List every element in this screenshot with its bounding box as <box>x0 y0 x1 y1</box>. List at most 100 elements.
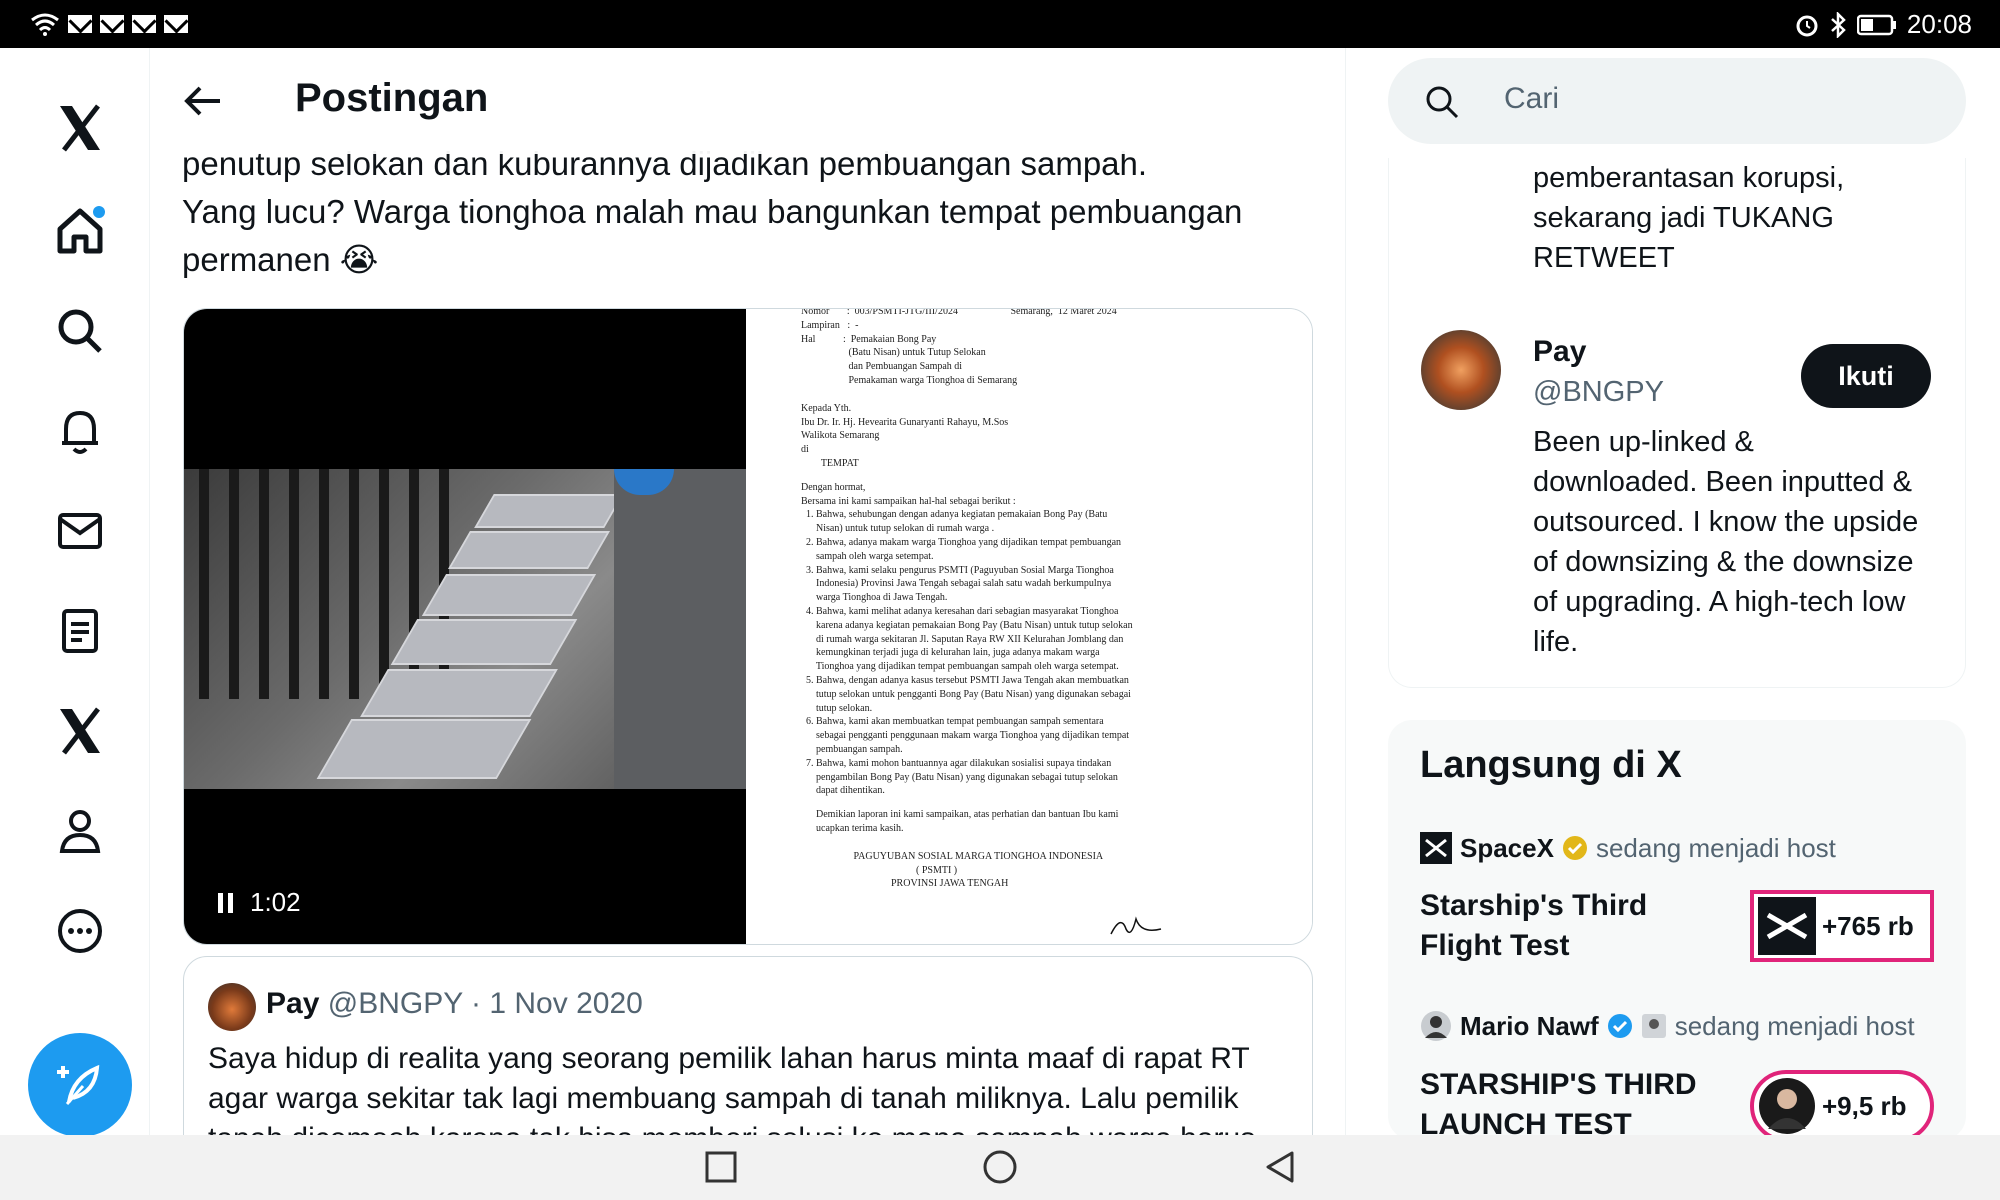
video-player[interactable]: 1:02 <box>184 309 746 944</box>
explore-search-icon[interactable] <box>52 303 108 359</box>
document-line: ( PSMTI ) <box>801 864 958 876</box>
quoted-post-text: Saya hidup di realita yang seorang pemil… <box>208 1039 1288 1135</box>
alarm-icon <box>1796 15 1818 36</box>
premium-x-icon[interactable] <box>52 703 108 759</box>
document-line: ucapkan terima kasih. <box>801 823 904 834</box>
status-bar: 20:08 <box>0 0 2000 48</box>
document-line: Walikota Semarang <box>801 430 880 442</box>
document-line: di rumah warga sekitaran Jl. Saputan Ray… <box>801 633 1124 645</box>
host-status: sedang menjadi host <box>1595 832 1836 863</box>
spacex-avatar-icon <box>1420 832 1452 864</box>
document-line: kemungkinan terjadi juga di kelurahan la… <box>801 647 1100 659</box>
back-arrow-icon[interactable] <box>180 78 226 124</box>
document-line: karena adanya kegiatan pemakaian Bong Pa… <box>801 619 1133 631</box>
document-line: 7. Bahwa, kami mohon bantuannya agar dil… <box>801 757 1112 769</box>
feather-plus-icon <box>57 1064 100 1105</box>
avatar[interactable] <box>208 983 256 1031</box>
suggested-user-name[interactable]: Pay <box>1533 332 1586 372</box>
more-options-icon[interactable] <box>52 903 108 959</box>
system-navigation-bar <box>0 1135 2000 1200</box>
listener-count: +765 rb <box>1822 910 1914 941</box>
document-line: PROVINSI JAWA TENGAH <box>801 878 1009 890</box>
verified-blue-icon <box>1607 1014 1632 1038</box>
quoted-author-handle[interactable]: @BNGPY <box>328 987 463 1020</box>
document-line: Hal : Pemakaian Bong Pay <box>801 333 937 345</box>
host-name: Mario Nawf <box>1460 1010 1599 1041</box>
home-icon[interactable] <box>52 203 108 259</box>
quoted-text-line: agar warga sekitar tak lagi membuang sam… <box>208 1082 1239 1115</box>
space-host-row[interactable]: SpaceX sedang menjadi host <box>1420 832 1836 864</box>
verified-gold-icon <box>1562 836 1587 860</box>
document-line: Lampiran : - <box>801 319 859 331</box>
bluetooth-icon <box>1831 11 1846 38</box>
suggested-user-handle[interactable]: @BNGPY <box>1533 372 1664 412</box>
document-line: 1. Bahwa, sehubungan dengan adanya kegia… <box>801 509 1108 521</box>
document-line: Nisan) untuk tutup selokan di rumah warg… <box>801 523 995 535</box>
document-line: sebagai pengganti penggunaan makam warga… <box>801 730 1130 742</box>
document-line: 6. Bahwa, kami akan membuatkan tempat pe… <box>801 716 1104 728</box>
document-line: PAGUYUBAN SOSIAL MARGA TIONGHOA INDONESI… <box>801 850 1104 862</box>
space-listeners-badge[interactable]: +9,5 rb <box>1750 1070 1934 1135</box>
compose-post-button[interactable] <box>28 1033 132 1137</box>
space-host-row[interactable]: Mario Nawf sedang menjadi host <box>1420 1010 1915 1042</box>
document-line: Bersama ini kami sampaikan hal-hal sebag… <box>801 495 1016 507</box>
home-circle-icon[interactable] <box>982 1149 1018 1185</box>
pause-icon[interactable] <box>216 892 236 914</box>
quoted-author-name[interactable]: Pay <box>266 987 319 1020</box>
bio-line: life. <box>1533 626 1579 658</box>
bio-line: of downsizing & the downsize <box>1533 546 1914 578</box>
follow-button[interactable]: Ikuti <box>1801 344 1931 408</box>
space-title-line[interactable]: Flight Test <box>1420 926 1569 966</box>
search-placeholder: Cari <box>1504 82 1560 115</box>
previous-bio-line: RETWEET <box>1533 242 1675 274</box>
right-sidebar: Cari pemberantasan korupsi, sekarang jad… <box>1346 48 2000 1135</box>
affiliate-badge-icon <box>1641 1014 1666 1038</box>
avatar[interactable] <box>1421 330 1501 410</box>
x-logo-icon[interactable] <box>52 100 108 156</box>
document-line: Demikian laporan ini kami sampaikan, ata… <box>801 809 1119 821</box>
mail-notification-icon <box>68 15 92 33</box>
quoted-text-line: tanah dicemooh karena tak bisa memberi s… <box>208 1119 1288 1135</box>
document-line: Kepada Yth. <box>801 402 852 414</box>
document-line: TEMPAT <box>801 458 859 469</box>
who-to-follow-card: pemberantasan korupsi, sekarang jadi TUK… <box>1388 158 1966 688</box>
wifi-icon <box>31 13 59 36</box>
main-column: Postingan penutup selokan dan kuburannya… <box>150 48 1346 1135</box>
notifications-bell-icon[interactable] <box>52 403 108 459</box>
document-line: tutup selokan untuk pengganti Bong Pay (… <box>801 688 1131 700</box>
page-header: Postingan <box>150 48 1345 154</box>
live-on-x-card: Langsung di X SpaceX sedang menjadi host… <box>1388 720 1966 1135</box>
mail-notification-icon <box>100 15 124 33</box>
document-line: di <box>801 444 809 456</box>
back-triangle-icon[interactable] <box>1262 1149 1298 1185</box>
document-line: Nomor : 003/PSMTI-JTG/III/2024 Semarang,… <box>801 308 1117 317</box>
lists-icon[interactable] <box>52 603 108 659</box>
post-media[interactable]: 1:02 Nomor : 003/PSMTI-JTG/III/2024 Sema… <box>183 308 1313 945</box>
host-status: sedang menjadi host <box>1674 1010 1915 1041</box>
quoted-post[interactable]: Pay @BNGPY · 1 Nov 2020 Saya hidup di re… <box>183 956 1313 1135</box>
recents-square-icon[interactable] <box>703 1149 739 1185</box>
profile-icon[interactable] <box>52 803 108 859</box>
video-timestamp: 1:02 <box>250 887 301 917</box>
document-line: sampah oleh warga setempat. <box>801 550 934 562</box>
previous-bio-line: pemberantasan korupsi, <box>1533 162 1845 194</box>
messages-mail-icon[interactable] <box>52 503 108 559</box>
host-name: SpaceX <box>1460 832 1554 863</box>
space-title-line[interactable]: LAUNCH TEST <box>1420 1105 1632 1135</box>
quoted-post-date[interactable]: 1 Nov 2020 <box>489 987 642 1020</box>
space-title-line[interactable]: STARSHIP'S THIRD <box>1420 1065 1697 1105</box>
space-listeners-badge[interactable]: +765 rb <box>1750 890 1934 962</box>
listener-count: +9,5 rb <box>1822 1090 1907 1121</box>
spacex-avatar-icon <box>1758 897 1816 955</box>
document-line: Dengan hormat, <box>801 481 866 493</box>
sidebar-nav <box>0 48 150 1137</box>
section-title: Langsung di X <box>1420 744 1682 786</box>
document-line: tutup selokan. <box>801 702 873 714</box>
meta-separator: · <box>471 987 482 1020</box>
document-line: 5. Bahwa, dengan adanya kasus tersebut P… <box>801 675 1129 686</box>
bio-line: downloaded. Been inputted & <box>1533 466 1912 498</box>
search-input[interactable]: Cari <box>1388 58 1966 144</box>
document-image: Nomor : 003/PSMTI-JTG/III/2024 Semarang,… <box>746 308 1312 944</box>
space-title-line[interactable]: Starship's Third <box>1420 886 1647 926</box>
video-frame-image <box>184 469 746 789</box>
